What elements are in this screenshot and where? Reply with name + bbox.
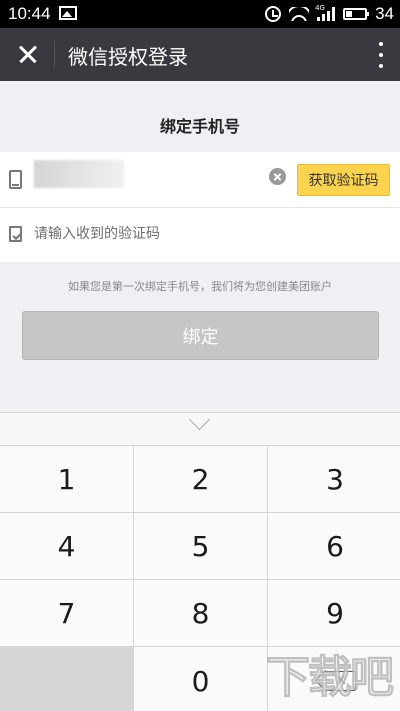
key-9[interactable]: 9 <box>268 580 400 646</box>
watermark-logo: 下载吧 <box>266 652 395 704</box>
battery-icon <box>343 8 370 20</box>
key-6[interactable]: 6 <box>268 513 400 579</box>
hint-text: 如果您是第一次绑定手机号，我们将为您创建美团账户 <box>68 280 332 293</box>
phone-icon <box>9 170 22 189</box>
form-divider <box>0 207 400 208</box>
key-1[interactable]: 1 <box>0 446 133 512</box>
bind-form: 获取验证码 <box>0 152 400 262</box>
status-indicators: 4G 34 <box>265 4 394 24</box>
key-3[interactable]: 3 <box>268 446 400 512</box>
app-bar: 微信授权登录 <box>0 28 400 81</box>
signal-label: 4G <box>315 4 325 12</box>
status-bar: 10:44 4G 34 <box>0 0 400 28</box>
app-bar-title: 微信授权登录 <box>68 45 188 69</box>
wifi-icon <box>289 7 310 21</box>
battery-level: 34 <box>375 4 394 23</box>
bind-button[interactable]: 绑定 <box>22 311 379 360</box>
key-0[interactable]: 0 <box>134 647 267 711</box>
chevron-down-icon[interactable] <box>186 418 214 432</box>
app-bar-divider <box>54 41 55 68</box>
key-5[interactable]: 5 <box>134 513 267 579</box>
key-2[interactable]: 2 <box>134 446 267 512</box>
signal-icon: 4G <box>315 4 336 21</box>
alarm-icon <box>265 6 282 22</box>
phone-input[interactable] <box>34 160 124 188</box>
more-icon[interactable] <box>376 42 386 68</box>
page-title: 绑定手机号 <box>159 117 240 136</box>
get-code-button[interactable]: 获取验证码 <box>297 164 390 196</box>
close-icon[interactable] <box>0 28 54 81</box>
clear-icon[interactable] <box>269 168 286 185</box>
code-icon <box>9 226 22 242</box>
key-8[interactable]: 8 <box>134 580 267 646</box>
image-icon <box>59 6 77 20</box>
verification-code-input[interactable] <box>34 223 374 245</box>
key-blank <box>0 647 133 711</box>
keypad-header <box>0 412 400 445</box>
key-7[interactable]: 7 <box>0 580 133 646</box>
key-4[interactable]: 4 <box>0 513 133 579</box>
status-time: 10:44 <box>8 4 51 23</box>
